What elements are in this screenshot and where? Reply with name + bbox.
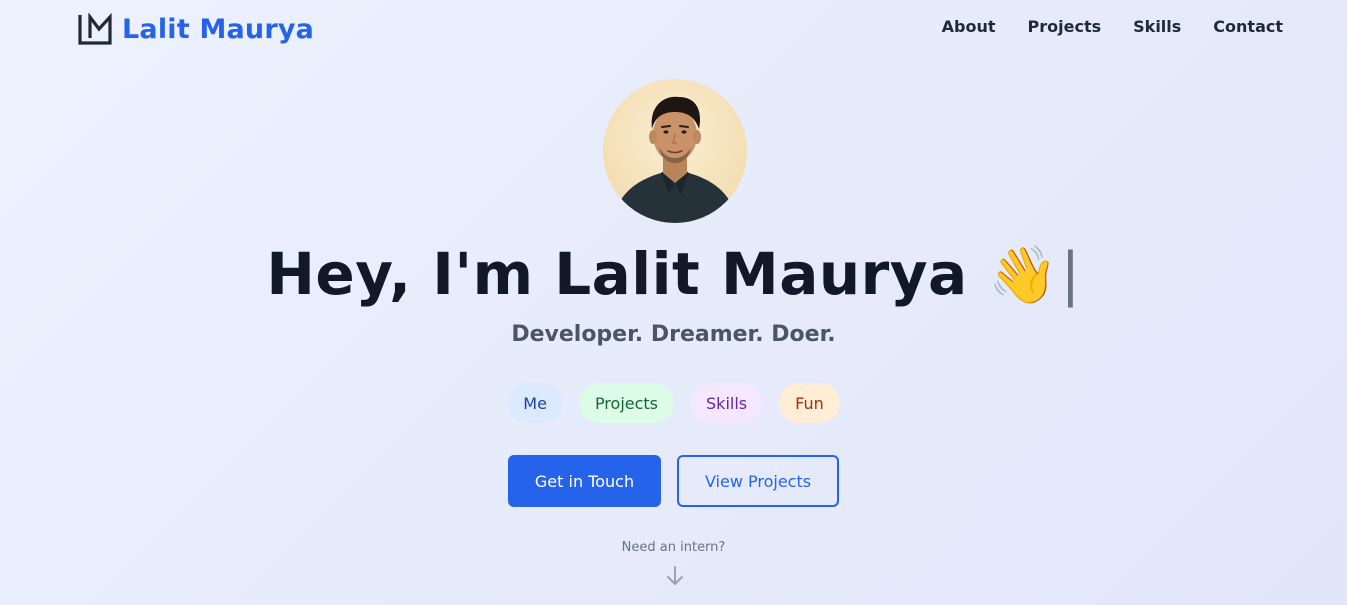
hero-cta-group: Get in Touch View Projects xyxy=(0,455,1347,507)
hero-headline: Hey, I'm Lalit Maurya 👋| xyxy=(0,240,1347,308)
typing-cursor: | xyxy=(1060,240,1081,308)
nav-about-link[interactable]: About xyxy=(942,17,996,36)
nav-skills-link[interactable]: Skills xyxy=(1133,17,1181,36)
arrow-down-icon[interactable] xyxy=(665,565,685,587)
pill-me[interactable]: Me xyxy=(507,383,563,423)
intern-prompt: Need an intern? xyxy=(621,540,726,555)
brand-name: Lalit Maurya xyxy=(122,13,315,45)
brand-logo-link[interactable]: Lalit Maurya xyxy=(78,11,314,47)
lm-monogram-icon xyxy=(78,13,112,45)
pill-fun[interactable]: Fun xyxy=(779,383,840,423)
waving-hand-icon: 👋 xyxy=(988,243,1059,308)
pill-projects[interactable]: Projects xyxy=(578,383,675,423)
site-header: Lalit Maurya About Projects Skills Conta… xyxy=(0,0,1347,60)
profile-avatar xyxy=(603,79,747,223)
topic-pills: Me Projects Skills Fun xyxy=(0,383,1347,423)
main-nav: About Projects Skills Contact xyxy=(942,17,1283,36)
nav-projects-link[interactable]: Projects xyxy=(1028,17,1102,36)
view-projects-button[interactable]: View Projects xyxy=(677,455,839,507)
headline-text: Hey, I'm Lalit Maurya xyxy=(266,240,968,308)
hero-tagline: Developer. Dreamer. Doer. xyxy=(511,322,836,347)
pill-skills[interactable]: Skills xyxy=(690,383,764,423)
nav-contact-link[interactable]: Contact xyxy=(1213,17,1283,36)
get-in-touch-button[interactable]: Get in Touch xyxy=(508,455,661,507)
